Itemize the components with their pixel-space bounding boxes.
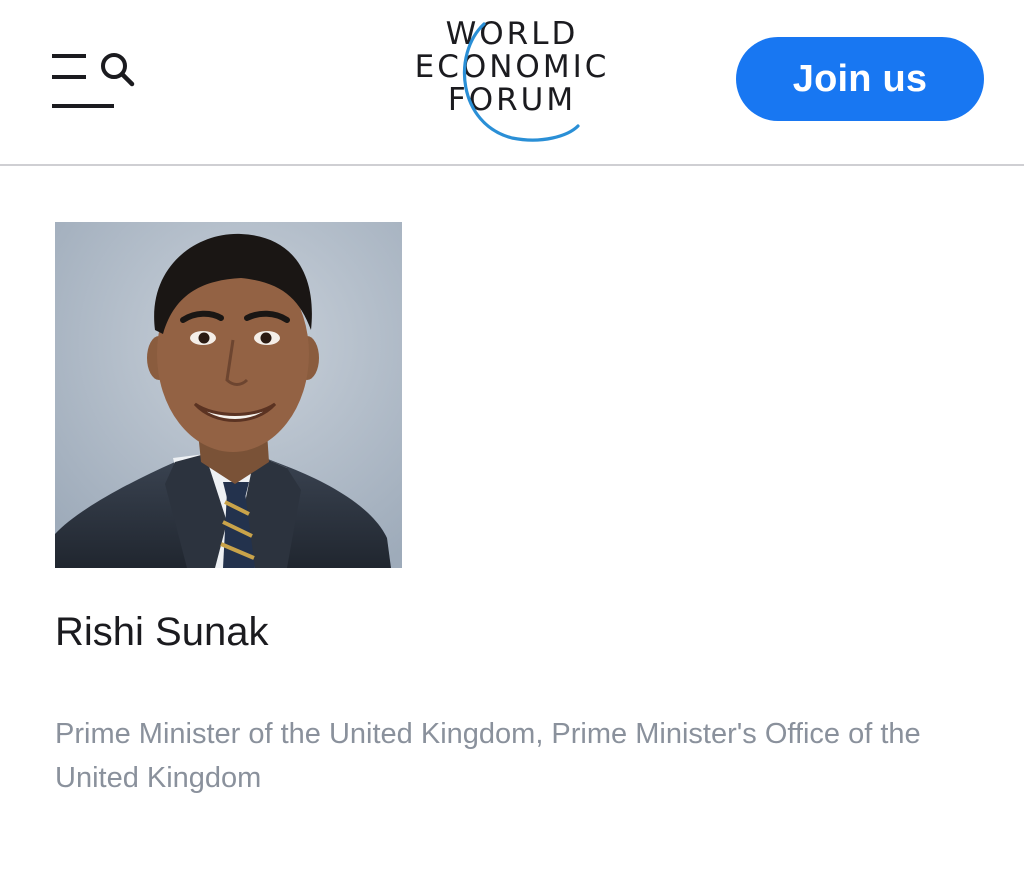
menu-search-button[interactable] bbox=[48, 44, 140, 116]
profile-name: Rishi Sunak bbox=[55, 610, 269, 654]
logo-line-1: WORLD bbox=[446, 16, 579, 52]
site-header: WORLD ECONOMIC FORUM Join us bbox=[0, 0, 1024, 166]
join-us-button[interactable]: Join us bbox=[736, 37, 984, 121]
wef-logo[interactable]: WORLD ECONOMIC FORUM bbox=[392, 14, 632, 154]
search-icon bbox=[101, 53, 135, 87]
logo-line-2: ECONOMIC bbox=[415, 49, 610, 85]
profile-photo bbox=[55, 222, 402, 568]
profile-position: Prime Minister of the United Kingdom, Pr… bbox=[55, 718, 921, 794]
